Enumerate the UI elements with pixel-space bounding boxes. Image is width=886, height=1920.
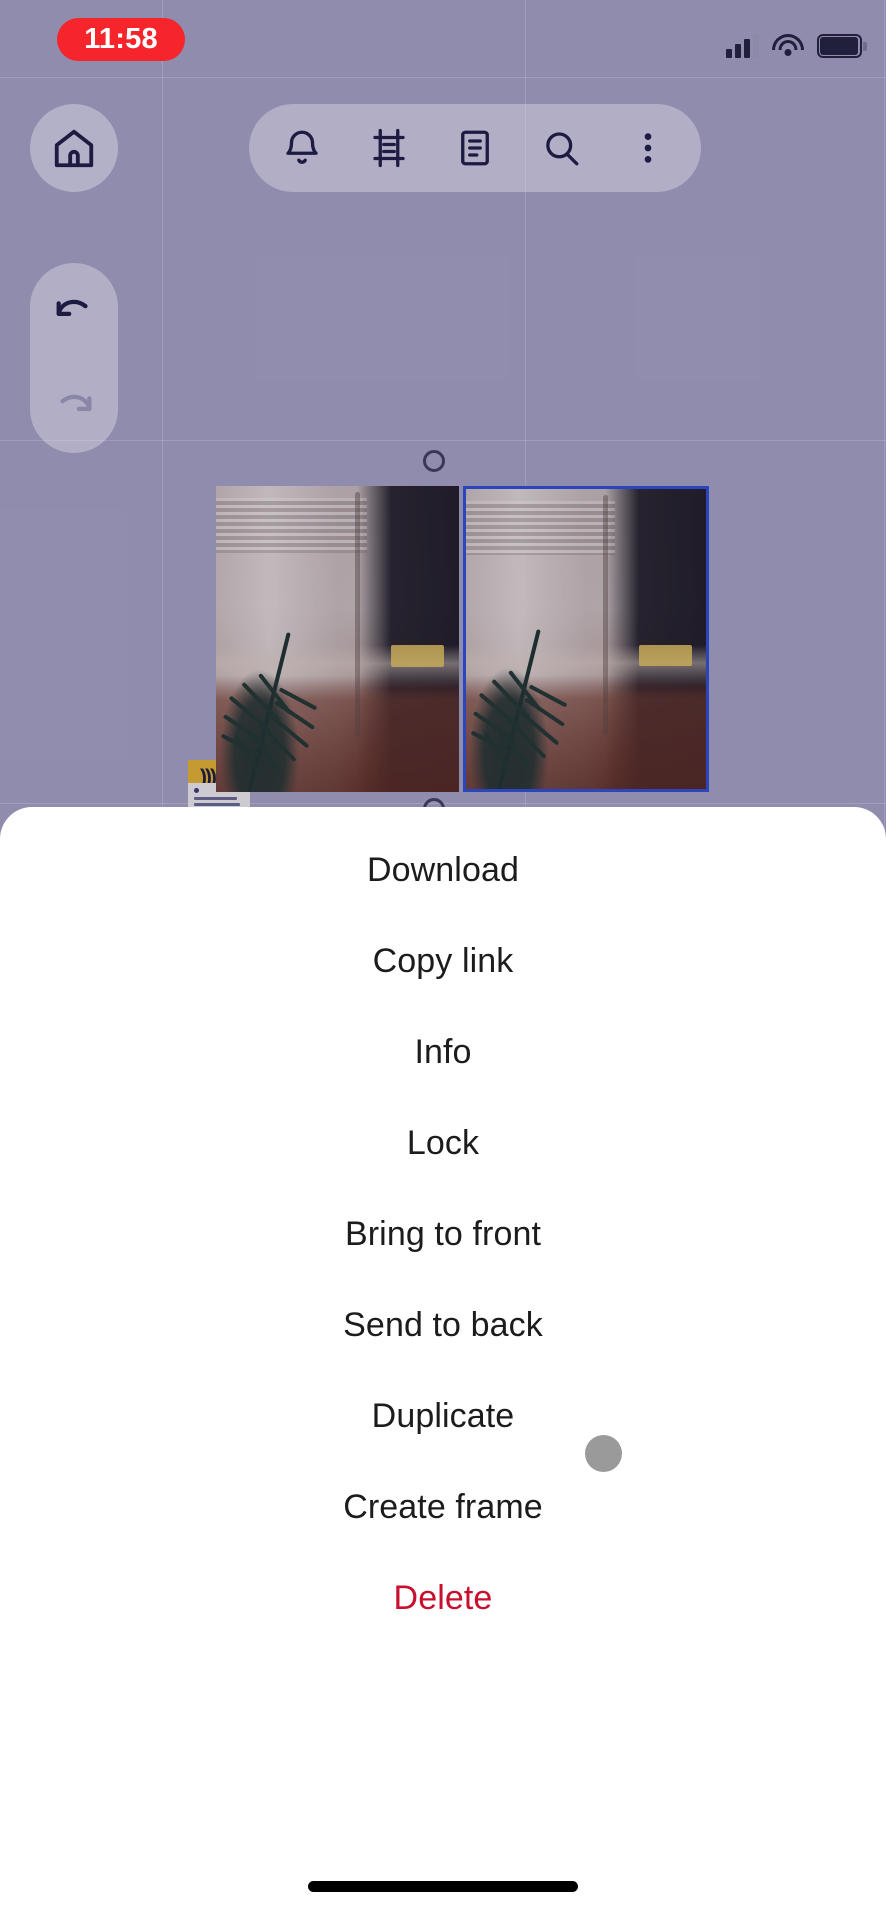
home-indicator-bar[interactable] [308, 1881, 578, 1892]
menu-item-label: Create frame [343, 1488, 543, 1526]
menu-item-lock[interactable]: Lock [0, 1098, 886, 1189]
context-menu-sheet: Download Copy link Info Lock Bring to fr… [0, 807, 886, 1920]
menu-item-label: Delete [393, 1579, 493, 1617]
undo-button[interactable] [30, 263, 118, 358]
undo-arrow-icon [56, 299, 88, 316]
more-button[interactable] [620, 120, 676, 176]
redo-button[interactable] [30, 358, 118, 453]
menu-item-label: Send to back [343, 1306, 543, 1344]
frame-icon [372, 128, 405, 168]
menu-item-send-to-back[interactable]: Send to back [0, 1280, 886, 1371]
menu-item-label: Info [414, 1033, 472, 1071]
menu-item-create-frame[interactable]: Create frame [0, 1462, 886, 1553]
menu-item-label: Bring to front [344, 1215, 542, 1253]
battery-full-icon [817, 34, 867, 58]
search-icon [546, 132, 579, 166]
menu-item-label: Download [366, 851, 519, 889]
bell-icon [286, 130, 318, 164]
document-icon [461, 130, 489, 166]
menu-item-info[interactable]: Info [0, 1007, 886, 1098]
home-button[interactable] [30, 104, 118, 192]
menu-item-bring-to-front[interactable]: Bring to front [0, 1189, 886, 1280]
menu-item-delete[interactable]: Delete [0, 1553, 886, 1644]
home-icon [54, 129, 94, 168]
cellular-signal-icon [726, 34, 759, 58]
wifi-icon [772, 34, 804, 58]
search-button[interactable] [533, 120, 589, 176]
notifications-button[interactable] [274, 120, 330, 176]
menu-item-duplicate[interactable]: Duplicate [0, 1371, 886, 1462]
status-icons [726, 22, 867, 58]
touch-point-indicator [585, 1435, 622, 1472]
phone-screen: ))) 11:58 Download Copy link Info Lock B… [0, 0, 886, 1920]
menu-item-copy-link[interactable]: Copy link [0, 916, 886, 1007]
history-toolbar [30, 263, 118, 453]
status-time: 11:58 [57, 18, 185, 61]
top-toolbar [249, 104, 701, 192]
menu-item-label: Copy link [372, 942, 514, 980]
menu-item-label: Duplicate [371, 1397, 515, 1435]
notes-button[interactable] [447, 120, 503, 176]
menu-item-download[interactable]: Download [0, 825, 886, 916]
frame-button[interactable] [361, 120, 417, 176]
menu-item-label: Lock [406, 1124, 480, 1162]
status-bar: 11:58 [0, 0, 886, 78]
redo-arrow-icon [60, 394, 92, 411]
more-vertical-icon [644, 133, 652, 163]
